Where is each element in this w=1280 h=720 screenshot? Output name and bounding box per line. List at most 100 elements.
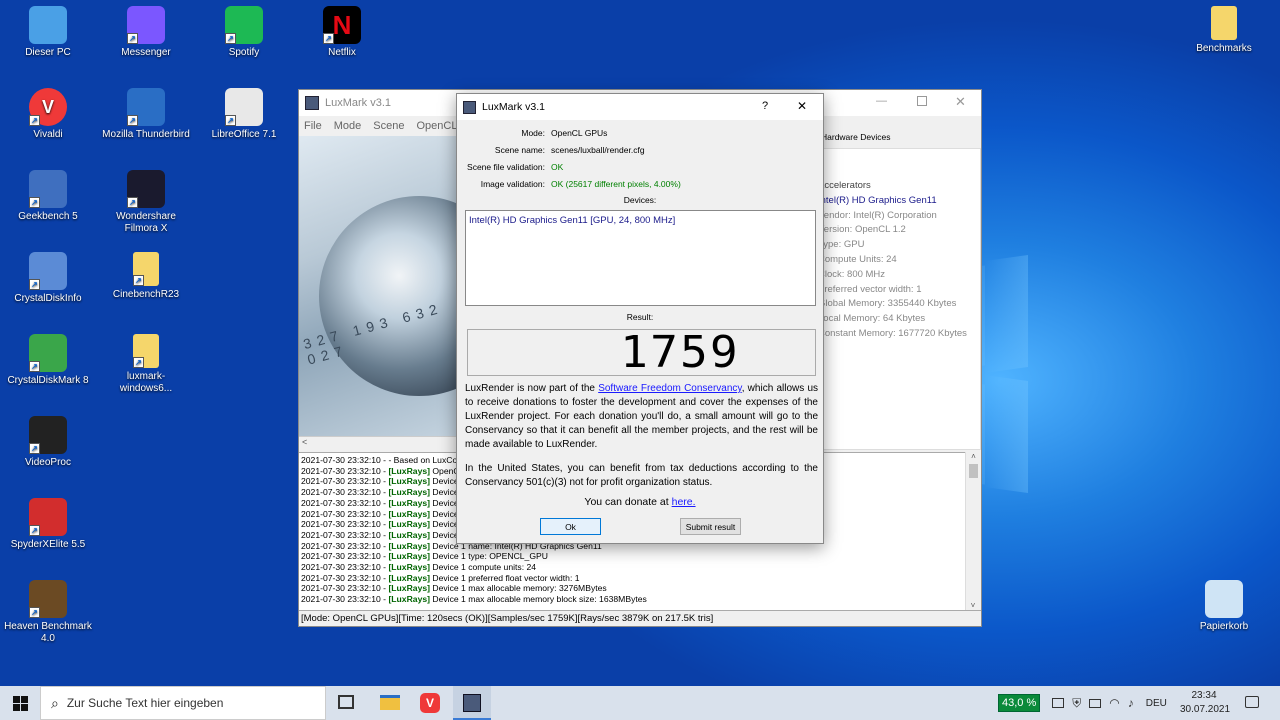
devices-label: Devices: [623,195,657,205]
scroll-thumb[interactable] [969,464,978,478]
log-tag: [LuxRays] [388,540,433,551]
luxball-sphere [319,196,459,396]
preview-scrollbar[interactable]: < [299,436,459,450]
log-tag: [LuxRays] [388,551,433,562]
start-button[interactable] [0,686,40,720]
donation-text-part: LuxRender is now part of the [465,383,599,394]
battery-icon[interactable] [1052,698,1065,708]
log-line: 2021-07-30 23:32:10 - [LuxRays] Device 1… [301,594,965,605]
hardware-tab[interactable]: Hardware Devices [821,132,890,142]
desktop-icon[interactable]: Benchmarks [1179,6,1269,55]
field-label: Image validation: [480,179,545,189]
thunderbird-icon: ↗ [127,88,165,126]
desktop-icon[interactable]: ↗ CrystalDiskMark 8 [3,334,93,387]
hardware-line: Version: OpenCL 1.2 [818,224,906,236]
log-scrollbar[interactable]: ˄ ˅ [965,452,981,612]
vivaldi-taskbar-icon[interactable]: V [420,693,440,713]
desktop-icon[interactable]: ↗ LibreOffice 7.1 [199,88,289,141]
desktop-icon[interactable]: Papierkorb [1179,580,1269,633]
log-line: 2021-07-30 23:32:10 - [LuxRays] Device 1… [301,583,965,594]
log-timestamp: 2021-07-30 23:32:10 - [301,476,389,487]
shortcut-arrow-icon: ↗ [29,361,40,372]
log-message: Device 1 preferred float vector width: 1 [432,572,580,583]
ok-button[interactable]: Ok [540,518,601,535]
luxmark-taskbar-icon[interactable] [453,686,491,720]
notifications-icon[interactable] [1245,696,1259,708]
result-dialog[interactable]: LuxMark v3.1 ? ✕ Mode: OpenCL GPUs Scene n… [456,93,824,544]
shortcut-arrow-icon: ↗ [29,279,40,290]
taskbar-search[interactable]: ⌕ Zur Suche Text hier eingeben [40,686,326,720]
shortcut-arrow-icon: ↗ [127,115,138,126]
desktop-icon[interactable]: ↗ luxmark-windows6... [101,334,191,395]
sfc-link[interactable]: Software Freedom Conservancy [598,383,742,394]
desktop-icon[interactable]: ↗ VideoProc [3,416,93,469]
close-icon[interactable]: ✕ [797,99,807,113]
videoproc-icon: ↗ [29,416,67,454]
maximize-icon[interactable] [917,96,927,106]
device-icon[interactable] [1089,698,1102,708]
minimize-icon[interactable]: — [876,95,887,107]
geekbench-icon: ↗ [29,170,67,208]
menu-item[interactable]: Mode [334,120,362,132]
result-label: Result: [626,312,654,322]
search-icon: ⌕ [51,694,59,711]
desktop-icon[interactable]: ↗ Messenger [101,6,191,59]
menu-item[interactable]: Scene [373,120,404,132]
messenger-icon: ↗ [127,6,165,44]
devices-list[interactable]: Intel(R) HD Graphics Gen11 [GPU, 24, 800… [465,210,816,306]
desktop-icon[interactable]: ↗ SpyderXElite 5.5 [3,498,93,551]
close-icon[interactable]: ✕ [955,94,966,110]
desktop-icon[interactable]: ↗ Wondershare Filmora X [101,170,191,235]
desktop-icon[interactable]: N ↗ Netflix [297,6,387,59]
vivaldi-icon: V ↗ [29,88,67,126]
battery-indicator[interactable]: 43,0 % [998,694,1041,712]
language-indicator[interactable]: DEU [1146,698,1167,709]
desktop-icon-label: Benchmarks [1196,43,1252,54]
desktop-icon[interactable]: ↗ Mozilla Thunderbird [101,88,191,141]
result-display: 1759 [467,329,816,376]
dialog-titlebar[interactable]: LuxMark v3.1 ? ✕ [457,94,823,120]
log-timestamp: 2021-07-30 23:32:10 - [301,540,389,551]
log-tag: [LuxRays] [388,562,433,573]
filmora-icon: ↗ [127,170,165,208]
log-tag: [LuxRays] [388,508,433,519]
file-explorer-icon[interactable] [380,695,400,710]
scroll-down-icon[interactable]: ˅ [966,601,980,610]
desktop-icon[interactable]: ↗ Geekbench 5 [3,170,93,223]
donate-link[interactable]: here. [672,496,696,508]
field-label: Scene name: [494,145,545,155]
network-icon[interactable]: ◠ [1109,696,1119,710]
log-timestamp: 2021-07-30 23:32:10 - [301,572,389,583]
submit-result-button[interactable]: Submit result [680,518,741,535]
desktop-icon[interactable]: ↗ Spotify [199,6,289,59]
taskbar: ⌕ Zur Suche Text hier eingeben V 43,0 % … [0,686,1280,720]
pc-icon [29,6,67,44]
log-timestamp: 2021-07-30 23:32:10 - [301,455,389,465]
clock[interactable]: 23:34 30.07.2021 [1180,689,1230,717]
volume-icon[interactable]: ♪ [1128,696,1134,710]
desktop-icon[interactable]: ↗ CinebenchR23 [101,252,191,301]
tax-text: In the United States, you can benefit fr… [465,463,818,488]
field-label: Scene file validation: [467,162,545,172]
main-window-title: LuxMark v3.1 [325,97,392,109]
scroll-up-icon[interactable]: ˄ [966,452,981,461]
desktop-icon[interactable]: ↗ CrystalDiskInfo [3,252,93,305]
menu-item[interactable]: File [304,120,322,132]
hardware-line: Accelerators [818,180,871,191]
hardware-line: Type: GPU [818,239,865,251]
hardware-line: Global Memory: 3355440 Kbytes [818,298,957,310]
hardware-line: Preferred vector width: 1 [818,283,922,295]
help-icon[interactable]: ? [762,100,768,112]
desktop-icon-label: CrystalDiskInfo [14,293,82,304]
field-value: OK [551,162,564,172]
log-timestamp: 2021-07-30 23:32:10 - [301,529,389,540]
windows-logo-icon [12,695,28,711]
desktop-icon[interactable]: V ↗ Vivaldi [3,88,93,141]
device-item[interactable]: Intel(R) HD Graphics Gen11 [GPU, 24, 800… [469,215,675,226]
desktop-icon[interactable]: Dieser PC [3,6,93,59]
log-tag: [LuxRays] [388,476,433,487]
task-view-icon[interactable] [338,695,354,709]
donation-text: LuxRender is now part of the Software Fr… [465,382,818,452]
security-icon[interactable]: ⛨ [1072,696,1081,711]
desktop-icon[interactable]: ↗ Heaven Benchmark 4.0 [3,580,93,645]
